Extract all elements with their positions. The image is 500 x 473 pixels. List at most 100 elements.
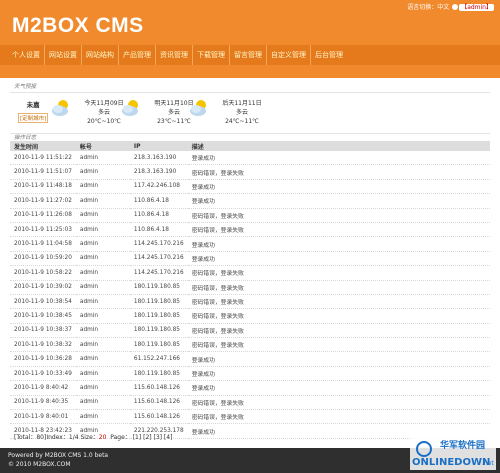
top-bar: 语言切换：中文 【admin】: [407, 2, 494, 11]
log-time: 2010-11-9 10:58:22: [10, 265, 76, 281]
index-value: 1/4: [68, 434, 79, 441]
log-account: admin: [75, 193, 130, 209]
customize-city-link[interactable]: [定制城市]: [18, 113, 49, 123]
weather-temp: 24℃~11℃: [225, 118, 259, 125]
log-time: 2010-11-9 10:38:45: [10, 308, 76, 324]
column-header-ip: IP: [129, 141, 188, 151]
table-row: 2010-11-9 11:51:07 admin 218.3.163.190 密码错误…: [10, 164, 490, 180]
weather-condition: 多云: [235, 109, 248, 116]
log-ip: 218.3.163.190: [129, 164, 188, 180]
city-name: 未嘉: [26, 101, 40, 109]
log-account: admin: [75, 280, 130, 295]
log-account: admin: [75, 380, 130, 396]
table-row: 2010-11-9 11:48:18 admin 117.42.246.108 登录成…: [10, 179, 490, 195]
log-ip: 114.245.170.216: [129, 265, 188, 281]
log-description: 登录成功: [187, 193, 490, 209]
weather-section-title: 天气预报: [14, 84, 37, 90]
table-row: 2010-11-9 10:38:37 admin 180.119.180.85 密码错…: [10, 323, 490, 339]
log-ip: 180.119.180.85: [129, 337, 188, 353]
log-time: 2010-11-9 10:33:49: [10, 366, 76, 382]
table-header-row: 发生时间 帐号 IP 描述: [10, 141, 490, 151]
log-ip: 115.60.148.126: [129, 395, 188, 411]
log-description: 密码错误，登录失败: [187, 164, 490, 180]
nav-item-news[interactable]: 资讯管理: [155, 45, 192, 65]
log-account: admin: [75, 409, 130, 425]
copyright-text: © 2010 M2BOX.COM: [8, 461, 71, 468]
log-ip: 110.86.4.18: [129, 193, 188, 209]
log-account: admin: [75, 395, 130, 411]
header: 语言切换：中文 【admin】 M2BOX CMS 个人设置 网站设置 网站结构…: [0, 0, 500, 78]
size-value: 20: [98, 434, 107, 441]
log-account: admin: [75, 151, 130, 166]
nav-item-structure[interactable]: 网站结构: [81, 45, 118, 65]
cloudy-icon: [122, 100, 138, 116]
log-description: 登录成功: [187, 351, 490, 367]
index-label: Index：: [46, 434, 69, 441]
nav-item-downloads[interactable]: 下载管理: [192, 45, 229, 65]
log-account: admin: [75, 323, 130, 339]
log-time: 2010-11-9 11:51:07: [10, 164, 76, 180]
user-link[interactable]: 【admin】: [459, 4, 494, 11]
nav-item-admin[interactable]: 后台管理: [310, 45, 347, 65]
log-time: 2010-11-9 8:40:01: [10, 409, 76, 425]
log-account: admin: [75, 208, 130, 223]
table-body: 2010-11-9 11:51:22 admin 218.3.163.190 登录成功…: [10, 151, 490, 439]
weather-date: 后天11月11日: [222, 100, 262, 107]
operation-log-table: 发生时间 帐号 IP 描述 2010-11-9 11:51:22 admin 218…: [10, 141, 490, 439]
log-ip: 180.119.180.85: [129, 308, 188, 324]
log-description: 密码错误，登录失败: [187, 409, 490, 425]
log-time: 2010-11-9 11:27:02: [10, 193, 76, 209]
log-account: admin: [75, 337, 130, 353]
log-time: 2010-11-9 11:26:08: [10, 208, 76, 223]
column-header-description: 描述: [187, 141, 490, 151]
log-description: 密码错误，登录失败: [187, 265, 490, 281]
log-time: 2010-11-9 11:04:58: [10, 236, 76, 252]
table-row: 2010-11-9 10:38:32 admin 180.119.180.85 密码错…: [10, 337, 490, 353]
page-links[interactable]: [1] [2] [3] [4]: [133, 434, 173, 441]
language-switch[interactable]: 中文: [437, 4, 449, 11]
log-time: 2010-11-9 10:59:20: [10, 251, 76, 267]
table-row: 2010-11-9 8:40:42 admin 115.60.148.126 登录成功: [10, 380, 490, 396]
log-description: 登录成功: [187, 366, 490, 382]
log-ip: 114.245.170.216: [129, 251, 188, 267]
log-account: admin: [75, 308, 130, 324]
log-account: admin: [75, 265, 130, 281]
table-row: 2010-11-9 10:36:28 admin 61.152.247.166 登录成…: [10, 351, 490, 367]
weather-panel: 未嘉 [定制城市] 今天11月09日 多云 20℃~10℃ 明天11月10日 多…: [10, 92, 490, 134]
weather-city: 未嘉 [定制城市]: [18, 99, 49, 123]
table-row: 2010-11-9 8:40:35 admin 115.60.148.126 密码错误…: [10, 395, 490, 411]
svg-text:.net: .net: [482, 460, 494, 467]
table-row: 2010-11-9 11:04:58 admin 114.245.170.216 登录…: [10, 236, 490, 252]
table-row: 2010-11-9 8:40:01 admin 115.60.148.126 密码错误…: [10, 409, 490, 425]
log-ip: 180.119.180.85: [129, 294, 188, 310]
log-description: 密码错误，登录失败: [187, 208, 490, 223]
log-account: admin: [75, 251, 130, 267]
nav-item-personal[interactable]: 个人设置: [8, 45, 44, 65]
log-ip: 180.119.180.85: [129, 323, 188, 339]
svg-text:华军软件园: 华军软件园: [440, 439, 485, 451]
log-account: admin: [75, 366, 130, 382]
log-account: admin: [75, 164, 130, 180]
nav-item-site[interactable]: 网站设置: [44, 45, 81, 65]
column-header-time: 发生时间: [10, 141, 76, 151]
weather-day-after: 后天11月11日 多云 24℃~11℃: [188, 97, 283, 131]
log-ip: 115.60.148.126: [129, 380, 188, 396]
table-row: 2010-11-9 10:33:49 admin 180.119.180.85 登录成…: [10, 366, 490, 382]
cloudy-icon: [190, 100, 206, 116]
nav-item-custom[interactable]: 自定义管理: [266, 45, 310, 65]
app-title: M2BOX CMS: [12, 14, 144, 37]
page-label: Page：: [110, 434, 131, 441]
log-ip: 61.152.247.166: [129, 351, 188, 367]
powered-by-text: Powered by M2BOX CMS 1.0 beta: [8, 452, 109, 459]
nav-item-products[interactable]: 产品管理: [118, 45, 155, 65]
log-description: 登录成功: [187, 251, 490, 267]
log-account: admin: [75, 294, 130, 310]
log-ip: 180.119.180.85: [129, 280, 188, 295]
log-ip: 218.3.163.190: [129, 151, 188, 166]
nav-item-messages[interactable]: 留言管理: [229, 45, 266, 65]
log-time: 2010-11-9 10:36:28: [10, 351, 76, 367]
log-ip: 180.119.180.85: [129, 366, 188, 382]
table-row: 2010-11-9 11:27:02 admin 110.86.4.18 登录成功: [10, 193, 490, 209]
total-count: [Total：80]: [14, 434, 47, 441]
log-time: 2010-11-9 11:25:03: [10, 222, 76, 238]
